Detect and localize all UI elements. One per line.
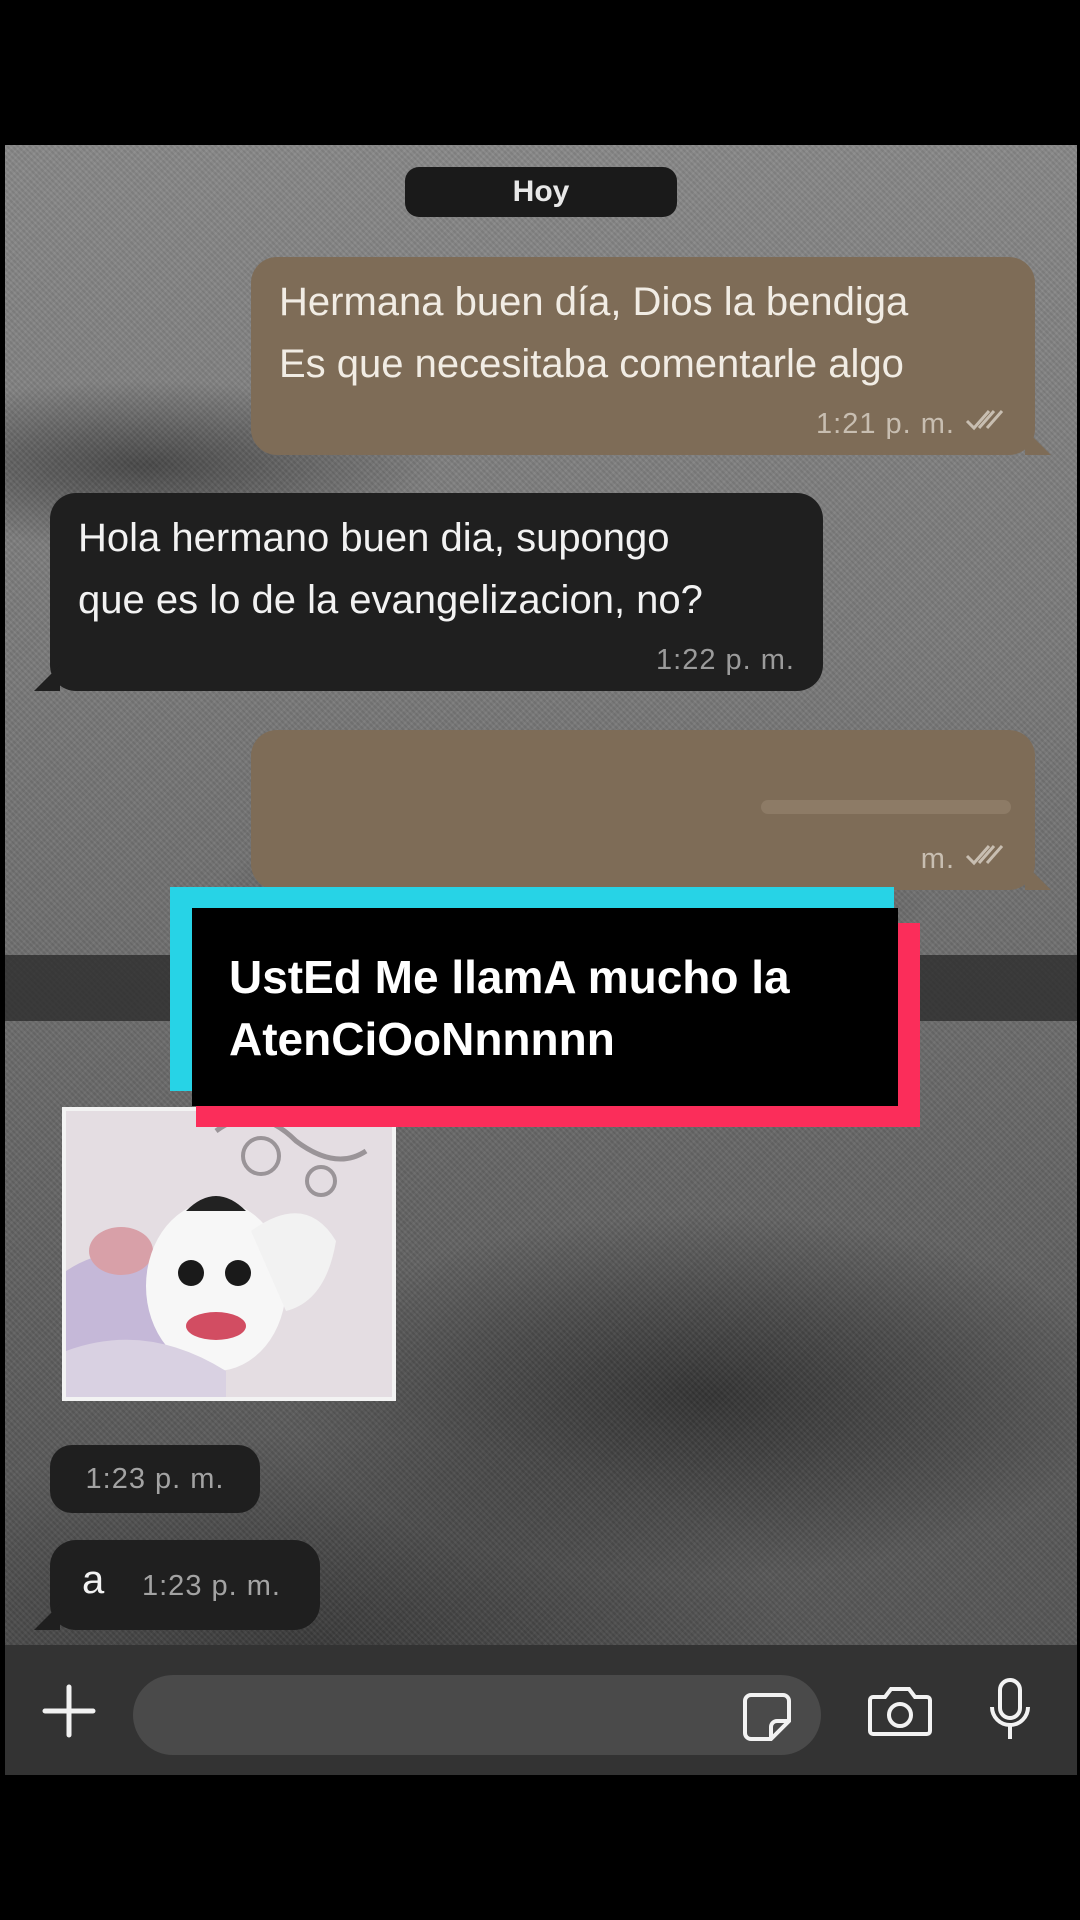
message-time: 1:22 p. m.	[656, 644, 795, 676]
message-incoming[interactable]: Hola hermano buen dia, supongo que es lo…	[34, 493, 823, 691]
plus-icon[interactable]	[41, 1683, 97, 1744]
message-line: Hola hermano buen dia, supongo	[78, 516, 670, 560]
double-check-icon	[965, 842, 1007, 876]
message-input-bar	[5, 1645, 1077, 1775]
message-incoming[interactable]: a 1:23 p. m.	[34, 1540, 320, 1630]
sticker-time: 1:23 p. m.	[50, 1445, 260, 1513]
message-line: Es que necesitaba comentarle algo	[279, 342, 904, 386]
message-time: m.	[920, 842, 955, 875]
sticker-icon[interactable]	[741, 1691, 793, 1748]
sticker-image[interactable]	[62, 1107, 396, 1401]
message-time: 1:23 p. m.	[142, 1570, 281, 1602]
message-text: a	[82, 1558, 105, 1602]
overlay-caption: UstEd Me llamA mucho la AtenCiOoNnnnnn	[170, 887, 920, 1127]
double-check-icon	[965, 407, 1007, 441]
camera-icon[interactable]	[867, 1685, 933, 1742]
date-separator: Hoy	[405, 167, 677, 217]
message-outgoing[interactable]: Hermana buen día, Dios la bendiga Es que…	[251, 257, 1051, 455]
overlay-caption-line: AtenCiOoNnnnnn	[229, 1013, 615, 1065]
message-input[interactable]	[133, 1675, 821, 1755]
microphone-icon[interactable]	[987, 1677, 1033, 1748]
message-outgoing[interactable]: m.	[251, 730, 1051, 890]
message-line: Hermana buen día, Dios la bendiga	[279, 280, 909, 324]
overlay-caption-line: UstEd Me llamA mucho la	[229, 951, 790, 1003]
message-time: 1:21 p. m.	[816, 407, 955, 440]
message-line: que es lo de la evangelizacion, no?	[78, 578, 703, 622]
chat-screen: Hoy Hermana buen día, Dios la bendiga Es…	[5, 145, 1077, 1775]
